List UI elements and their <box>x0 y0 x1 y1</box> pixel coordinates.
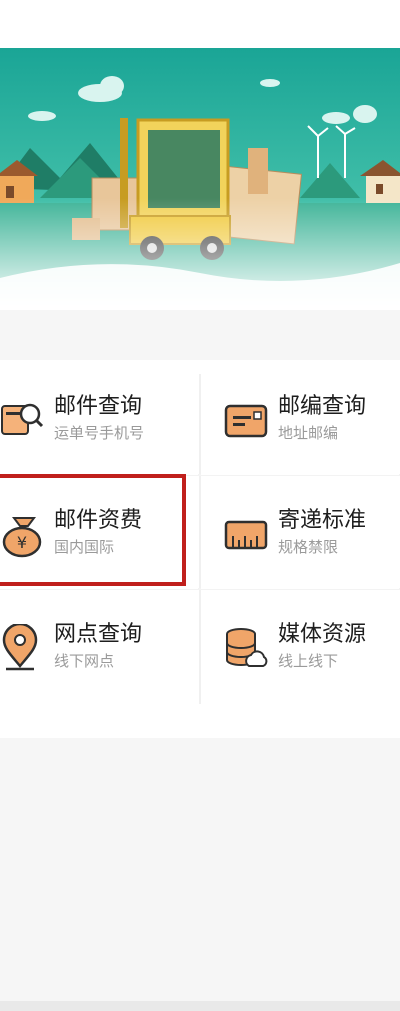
service-subtitle: 线上线下 <box>278 652 339 670</box>
service-subtitle: 规格禁限 <box>278 538 339 556</box>
service-subtitle: 地址邮编 <box>278 424 339 442</box>
service-mail-tracking[interactable]: 邮件查询 运单号手机号 <box>0 362 198 475</box>
service-subtitle: 运单号手机号 <box>54 424 145 442</box>
money-bag-icon: ¥ <box>0 510 48 558</box>
service-title: 邮件查询 <box>54 394 143 419</box>
service-title: 网点查询 <box>54 622 143 647</box>
service-title: 邮件资费 <box>54 508 143 533</box>
database-cloud-icon <box>223 624 271 672</box>
service-title: 媒体资源 <box>278 622 367 647</box>
service-title: 寄递标准 <box>278 508 367 533</box>
banner-illustration <box>0 48 400 310</box>
status-bar-area <box>0 0 400 48</box>
map-pin-icon <box>0 622 48 672</box>
service-media-resources[interactable]: 媒体资源 线上线下 <box>201 590 399 703</box>
service-postcode-query[interactable]: 邮编查询 地址邮编 <box>201 362 399 475</box>
svg-text:¥: ¥ <box>17 533 27 552</box>
service-subtitle: 线下网点 <box>54 652 115 670</box>
service-title: 邮编查询 <box>278 394 367 419</box>
promo-banner[interactable] <box>0 48 400 310</box>
service-postage-fees[interactable]: ¥ 邮件资费 国内国际 <box>0 476 198 589</box>
service-subtitle: 国内国际 <box>54 538 115 556</box>
bottom-edge <box>0 1001 400 1011</box>
service-outlet-query[interactable]: 网点查询 线下网点 <box>0 590 198 703</box>
postcode-card-icon <box>223 396 271 444</box>
parcel-search-icon <box>0 396 48 444</box>
service-mailing-standards[interactable]: 寄递标准 规格禁限 <box>201 476 399 589</box>
ruler-icon <box>223 510 271 558</box>
